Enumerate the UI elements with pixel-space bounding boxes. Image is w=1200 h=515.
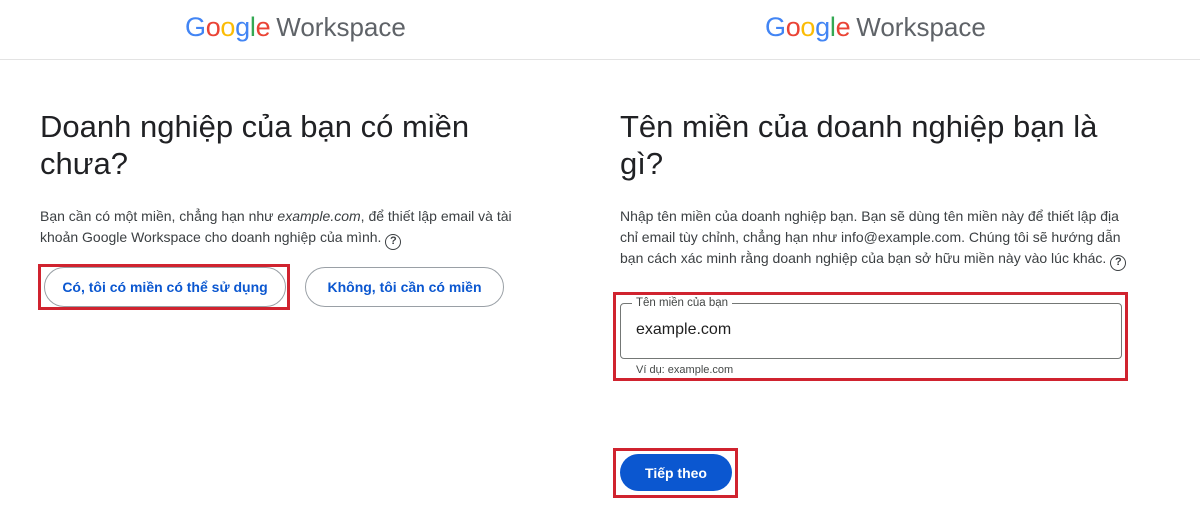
domain-input-value[interactable]: example.com (636, 321, 731, 339)
google-workspace-logo: Google Workspace (185, 12, 406, 42)
page-title: Doanh nghiệp của bạn có miền chưa? (40, 109, 470, 181)
question-circle-icon[interactable]: ? (385, 233, 402, 250)
next-button[interactable]: Tiếp theo (620, 454, 732, 491)
header: Google Workspace (580, 0, 1200, 60)
google-workspace-logo: Google Workspace (765, 12, 986, 42)
page-description: Bạn cần có một miền, chẳng hạn như examp… (40, 206, 530, 250)
question-circle-icon[interactable]: ? (1110, 254, 1127, 271)
header: Google Workspace (0, 0, 580, 60)
domain-question-panel: Google Workspace Doanh nghiệp của bạn có… (0, 0, 580, 515)
yes-have-domain-button[interactable]: Có, tôi có miền có thể sử dụng (44, 267, 286, 307)
domain-input-hint: Ví dụ: example.com (636, 364, 734, 376)
page-description: Nhập tên miền của doanh nghiệp bạn. Bạn … (620, 206, 1140, 271)
no-need-domain-button[interactable]: Không, tôi cần có miền (305, 267, 504, 307)
domain-input[interactable]: Tên miền của bạn example.com (620, 296, 1122, 359)
domain-entry-panel: Google Workspace Tên miền của doanh nghi… (580, 0, 1200, 515)
domain-input-label: Tên miền của bạn (632, 296, 733, 310)
page-title: Tên miền của doanh nghiệp bạn là gì? (620, 109, 1098, 181)
